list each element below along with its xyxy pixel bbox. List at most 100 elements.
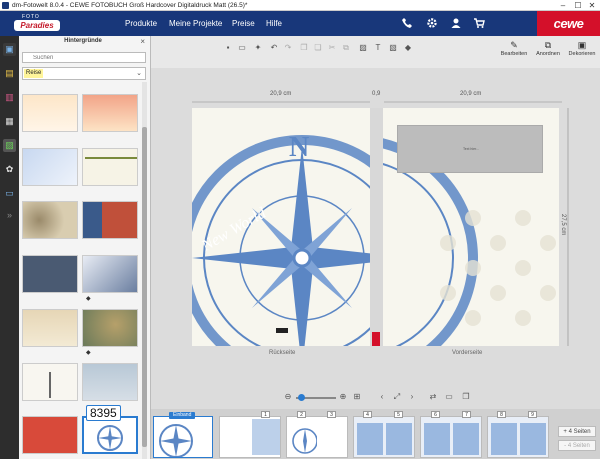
add-photo-icon[interactable]: ▧ bbox=[388, 43, 398, 53]
spread-thumbnail-4[interactable] bbox=[420, 416, 482, 458]
spine-logo bbox=[372, 332, 380, 346]
undo-icon[interactable]: ↶ bbox=[269, 43, 279, 53]
redo-icon[interactable]: ↷ bbox=[283, 43, 293, 53]
zoom-slider[interactable] bbox=[296, 394, 336, 401]
page-strip: Einband 1 2 3 4 5 6 7 8 9 bbox=[151, 409, 600, 459]
cut-icon[interactable]: ✂ bbox=[327, 43, 337, 53]
thumbnail-tile[interactable] bbox=[22, 416, 78, 454]
add-4-pages-button[interactable]: + 4 Seiten bbox=[558, 426, 596, 437]
page-number: 8 bbox=[497, 411, 506, 418]
spread-thumbnail-2[interactable] bbox=[286, 416, 348, 458]
next-page-icon[interactable]: › bbox=[407, 392, 417, 401]
window-titlebar: dm-Fotowelt 8.0.4 - CEWE FOTOBUCH Groß H… bbox=[0, 0, 600, 11]
ruler-icon[interactable]: ▭ bbox=[444, 392, 454, 401]
cliparts-icon[interactable]: ✿ bbox=[3, 163, 16, 176]
thumbnail-tooltip: 8395 bbox=[86, 405, 121, 421]
panel-close-icon[interactable]: × bbox=[140, 37, 145, 46]
folder-icon[interactable]: ▭ bbox=[237, 43, 247, 53]
spread-thumbnail-1[interactable] bbox=[219, 416, 281, 458]
menu-hilfe[interactable]: Hilfe bbox=[266, 11, 282, 36]
einband-badge: Einband bbox=[169, 412, 196, 419]
title-textbox[interactable]: Text hier... bbox=[397, 125, 543, 173]
user-icon[interactable] bbox=[450, 17, 462, 29]
layout-icon[interactable]: ▣ bbox=[3, 43, 16, 56]
page-number: 9 bbox=[528, 411, 537, 418]
zoom-slider-handle[interactable] bbox=[298, 394, 305, 401]
thumbnail-tile[interactable] bbox=[22, 255, 78, 293]
close-window-button[interactable]: ✕ bbox=[585, 0, 599, 11]
diamond-icon[interactable]: ◆ bbox=[403, 43, 413, 53]
fit-page-icon[interactable]: ⤢ bbox=[392, 392, 402, 402]
thumbnail-tile[interactable] bbox=[22, 148, 78, 186]
spread-thumbnail-3[interactable] bbox=[353, 416, 415, 458]
frames-icon[interactable]: ▭ bbox=[3, 187, 16, 200]
page-number: 7 bbox=[462, 411, 471, 418]
fotoparadies-logo[interactable]: FOTO Paradies bbox=[4, 13, 66, 34]
panel-scrollbar[interactable] bbox=[142, 82, 147, 459]
bearbeiten-label: Bearbeiten bbox=[500, 51, 528, 57]
copy-icon[interactable]: ❐ bbox=[299, 43, 309, 53]
search-input[interactable] bbox=[22, 52, 146, 63]
category-select[interactable]: Reise ⌄ bbox=[22, 67, 146, 80]
add-page-icon[interactable]: ⊞ bbox=[352, 392, 362, 401]
zoom-in-icon[interactable]: ⊕ bbox=[338, 392, 348, 401]
book-icon[interactable]: ▥ bbox=[3, 91, 16, 104]
photos-icon[interactable]: ▤ bbox=[3, 67, 16, 80]
add-image-icon[interactable]: ▨ bbox=[358, 43, 368, 53]
remove-4-pages-button[interactable]: - 4 Seiten bbox=[558, 440, 596, 451]
zoom-out-icon[interactable]: ⊖ bbox=[283, 392, 293, 401]
thumbnail-tile[interactable] bbox=[82, 255, 138, 293]
backgrounds-icon[interactable]: ▨ bbox=[3, 139, 16, 152]
page-number: 3 bbox=[327, 411, 336, 418]
chevron-down-icon: ⌄ bbox=[136, 70, 142, 77]
save-icon[interactable]: ▪ bbox=[223, 43, 233, 53]
scrollbar-thumb[interactable] bbox=[142, 127, 147, 447]
gear-icon[interactable] bbox=[426, 17, 438, 29]
menu-produkte[interactable]: Produkte bbox=[125, 11, 157, 36]
anordnen-button[interactable]: ⧉ Anordnen bbox=[533, 39, 563, 57]
dekorieren-button[interactable]: ▣ Dekorieren bbox=[567, 39, 597, 57]
swap-pages-icon[interactable]: ⇄ bbox=[428, 392, 438, 401]
thumbnail-tile-selected[interactable] bbox=[82, 416, 138, 454]
thumbnail-tile[interactable] bbox=[82, 201, 138, 239]
maximize-button[interactable]: ☐ bbox=[571, 0, 585, 11]
page-number: 5 bbox=[394, 411, 403, 418]
prev-page-icon[interactable]: ‹ bbox=[377, 392, 387, 401]
edit-icon: ✎ bbox=[510, 40, 518, 50]
menu-preise[interactable]: Preise bbox=[232, 11, 255, 36]
magic-wand-icon[interactable]: ✦ bbox=[253, 43, 263, 53]
dekorieren-label: Dekorieren bbox=[568, 51, 596, 57]
pages-overview-icon[interactable]: ❐ bbox=[461, 392, 471, 401]
bearbeiten-button[interactable]: ✎ Bearbeiten bbox=[499, 39, 529, 57]
thumbnail-tile[interactable] bbox=[82, 363, 138, 401]
window-title: dm-Fotowelt 8.0.4 - CEWE FOTOBUCH Groß H… bbox=[12, 2, 248, 9]
app-icon bbox=[2, 2, 9, 9]
category-selected: Reise bbox=[24, 69, 44, 78]
thumbnail-tile[interactable] bbox=[22, 201, 78, 239]
back-cover-page[interactable]: N New World bbox=[192, 108, 370, 346]
minimize-button[interactable]: – bbox=[556, 0, 570, 11]
paste-icon[interactable]: ❏ bbox=[313, 43, 323, 53]
front-page-label: Vorderseite bbox=[452, 350, 483, 356]
panel-title: Hintergründe bbox=[64, 38, 102, 44]
phone-icon[interactable] bbox=[401, 17, 413, 29]
cover-thumbnail[interactable] bbox=[153, 416, 213, 458]
thumbnail-tile[interactable] bbox=[82, 148, 138, 186]
thumbnail-tile[interactable] bbox=[82, 309, 138, 347]
thumbnail-tile[interactable] bbox=[22, 363, 78, 401]
thumbnail-tile[interactable] bbox=[82, 94, 138, 132]
premium-icon: ◆ bbox=[86, 296, 91, 302]
thumbnail-tile[interactable] bbox=[22, 94, 78, 132]
duplicate-icon[interactable]: ⧉ bbox=[341, 43, 351, 53]
book-spine[interactable] bbox=[370, 108, 383, 346]
cart-icon[interactable] bbox=[473, 17, 485, 29]
premium-icon: ◆ bbox=[86, 350, 91, 356]
add-text-icon[interactable]: T bbox=[373, 43, 383, 53]
thumbnail-tile[interactable] bbox=[22, 309, 78, 347]
expand-sidebar-icon[interactable]: » bbox=[3, 209, 16, 222]
spine-width-label: 0,9 bbox=[372, 91, 381, 97]
decorate-icon: ▣ bbox=[577, 40, 587, 50]
menu-meine-projekte[interactable]: Meine Projekte bbox=[169, 11, 222, 36]
spread-thumbnail-5[interactable] bbox=[487, 416, 549, 458]
templates-icon[interactable]: ▦ bbox=[3, 115, 16, 128]
